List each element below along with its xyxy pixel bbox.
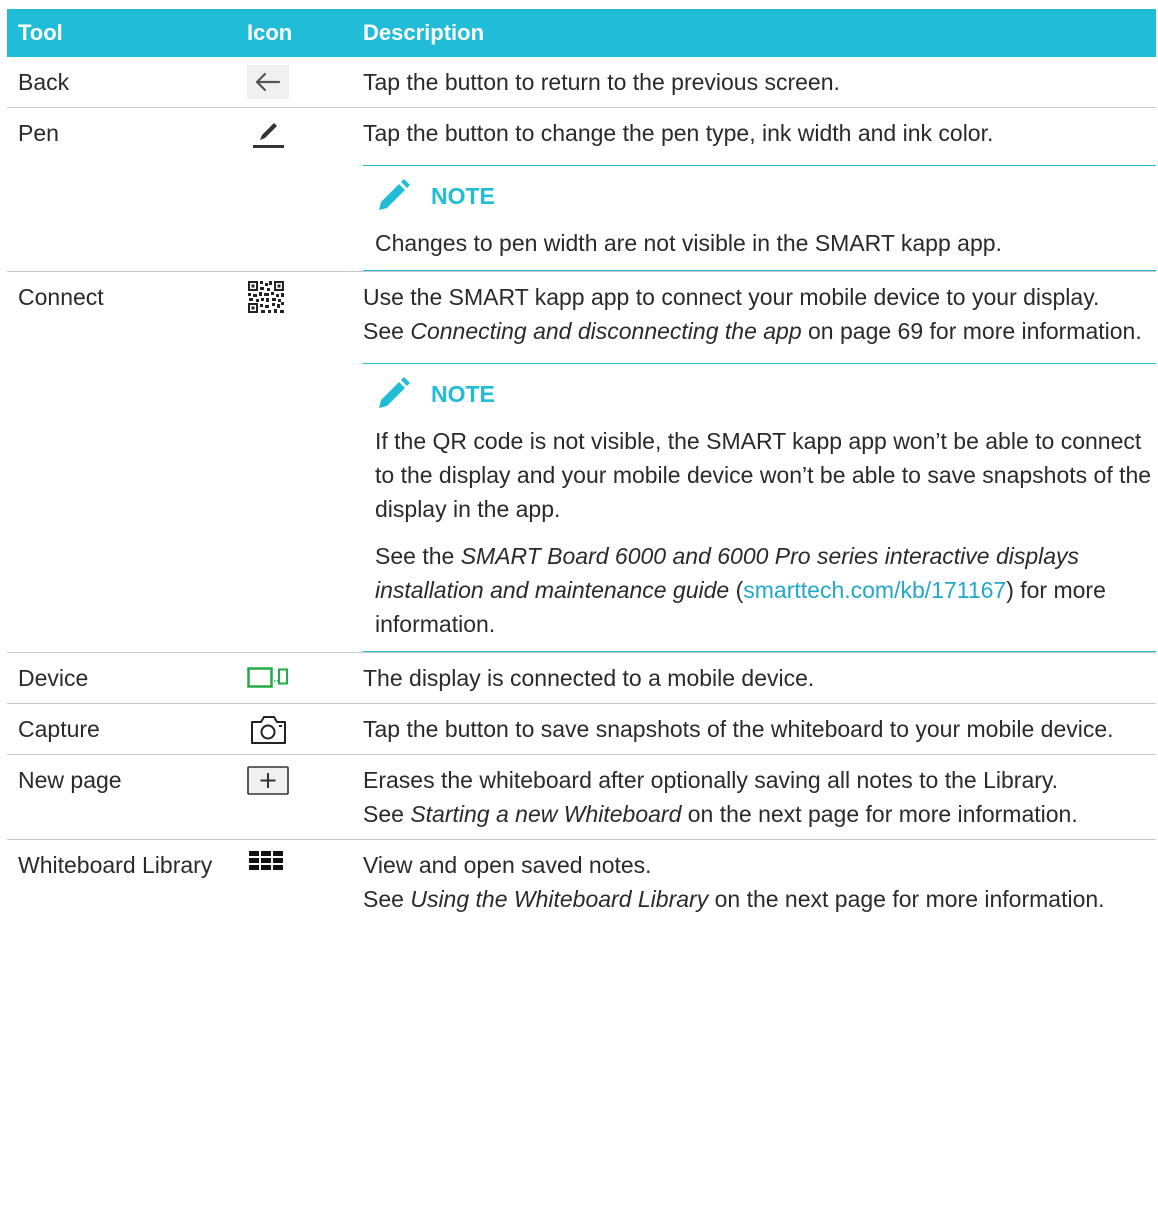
description-text: See Using the Whiteboard Library on the … bbox=[363, 886, 1105, 912]
note-title: NOTE bbox=[431, 381, 495, 407]
new-page-icon bbox=[247, 766, 289, 795]
table-row: Whiteboard Library View and open saved n… bbox=[7, 840, 1156, 925]
description-text: Use the SMART kapp app to connect your m… bbox=[363, 284, 1100, 310]
column-header-tool: Tool bbox=[7, 9, 236, 57]
camera-icon bbox=[251, 716, 286, 744]
note-text: See the SMART Board 6000 and 6000 Pro se… bbox=[375, 543, 1106, 637]
description-text: Tap the button to return to the previous… bbox=[363, 69, 840, 95]
tool-name: Device bbox=[7, 652, 236, 704]
description-text: View and open saved notes. bbox=[363, 852, 652, 878]
cross-reference: Connecting and disconnecting the app bbox=[410, 318, 802, 344]
description-text: The display is connected to a mobile dev… bbox=[363, 665, 815, 691]
kb-link[interactable]: smarttech.com/kb/171167 bbox=[743, 577, 1006, 603]
tool-name: Whiteboard Library bbox=[18, 852, 213, 878]
note-box: NOTE If the QR code is not visible, the … bbox=[363, 363, 1156, 652]
note-title: NOTE bbox=[431, 183, 495, 209]
table-header-row: Tool Icon Description bbox=[7, 9, 1156, 57]
table-row: Pen Tap the button to change the pen typ… bbox=[7, 107, 1156, 272]
pencil-note-icon bbox=[379, 377, 410, 408]
table-row: Connect Use the SMART kapp app to connec… bbox=[7, 271, 1156, 653]
description-text: See Starting a new Whiteboard on the nex… bbox=[363, 801, 1078, 827]
pencil-note-icon bbox=[379, 179, 410, 210]
tool-name: Pen bbox=[7, 107, 236, 272]
qr-code-icon bbox=[248, 281, 284, 313]
column-header-icon: Icon bbox=[236, 9, 351, 57]
description-text: Tap the button to change the pen type, i… bbox=[363, 120, 994, 146]
note-text: If the QR code is not visible, the SMART… bbox=[375, 428, 1152, 522]
table-row: Back Tap the button to return to the pre… bbox=[7, 57, 1156, 108]
pen-icon bbox=[253, 123, 284, 148]
tool-name: Connect bbox=[7, 271, 236, 653]
cross-reference: Starting a new Whiteboard bbox=[410, 801, 682, 827]
note-text: Changes to pen width are not visible in … bbox=[375, 230, 1002, 256]
tool-name: Back bbox=[7, 57, 236, 108]
tool-name: New page bbox=[7, 754, 236, 840]
tools-table: Tool Icon Description Back Tap the butto… bbox=[7, 9, 1156, 924]
tool-name: Capture bbox=[7, 703, 236, 755]
back-arrow-icon bbox=[247, 65, 289, 99]
table-row: Capture Tap the button to save snapshots… bbox=[7, 703, 1156, 755]
description-text: Tap the button to save snapshots of the … bbox=[363, 716, 1114, 742]
table-row: Device The display is connected to a mob… bbox=[7, 652, 1156, 704]
grid-icon bbox=[249, 851, 283, 870]
description-text: Erases the whiteboard after optionally s… bbox=[363, 767, 1059, 793]
cross-reference: Using the Whiteboard Library bbox=[410, 886, 709, 912]
device-connected-icon bbox=[247, 667, 288, 688]
column-header-description: Description bbox=[351, 9, 1156, 57]
table-row: New page Erases the whiteboard after opt… bbox=[7, 754, 1156, 840]
description-text: See Connecting and disconnecting the app… bbox=[363, 318, 1142, 344]
note-box: NOTE Changes to pen width are not visibl… bbox=[363, 165, 1156, 271]
